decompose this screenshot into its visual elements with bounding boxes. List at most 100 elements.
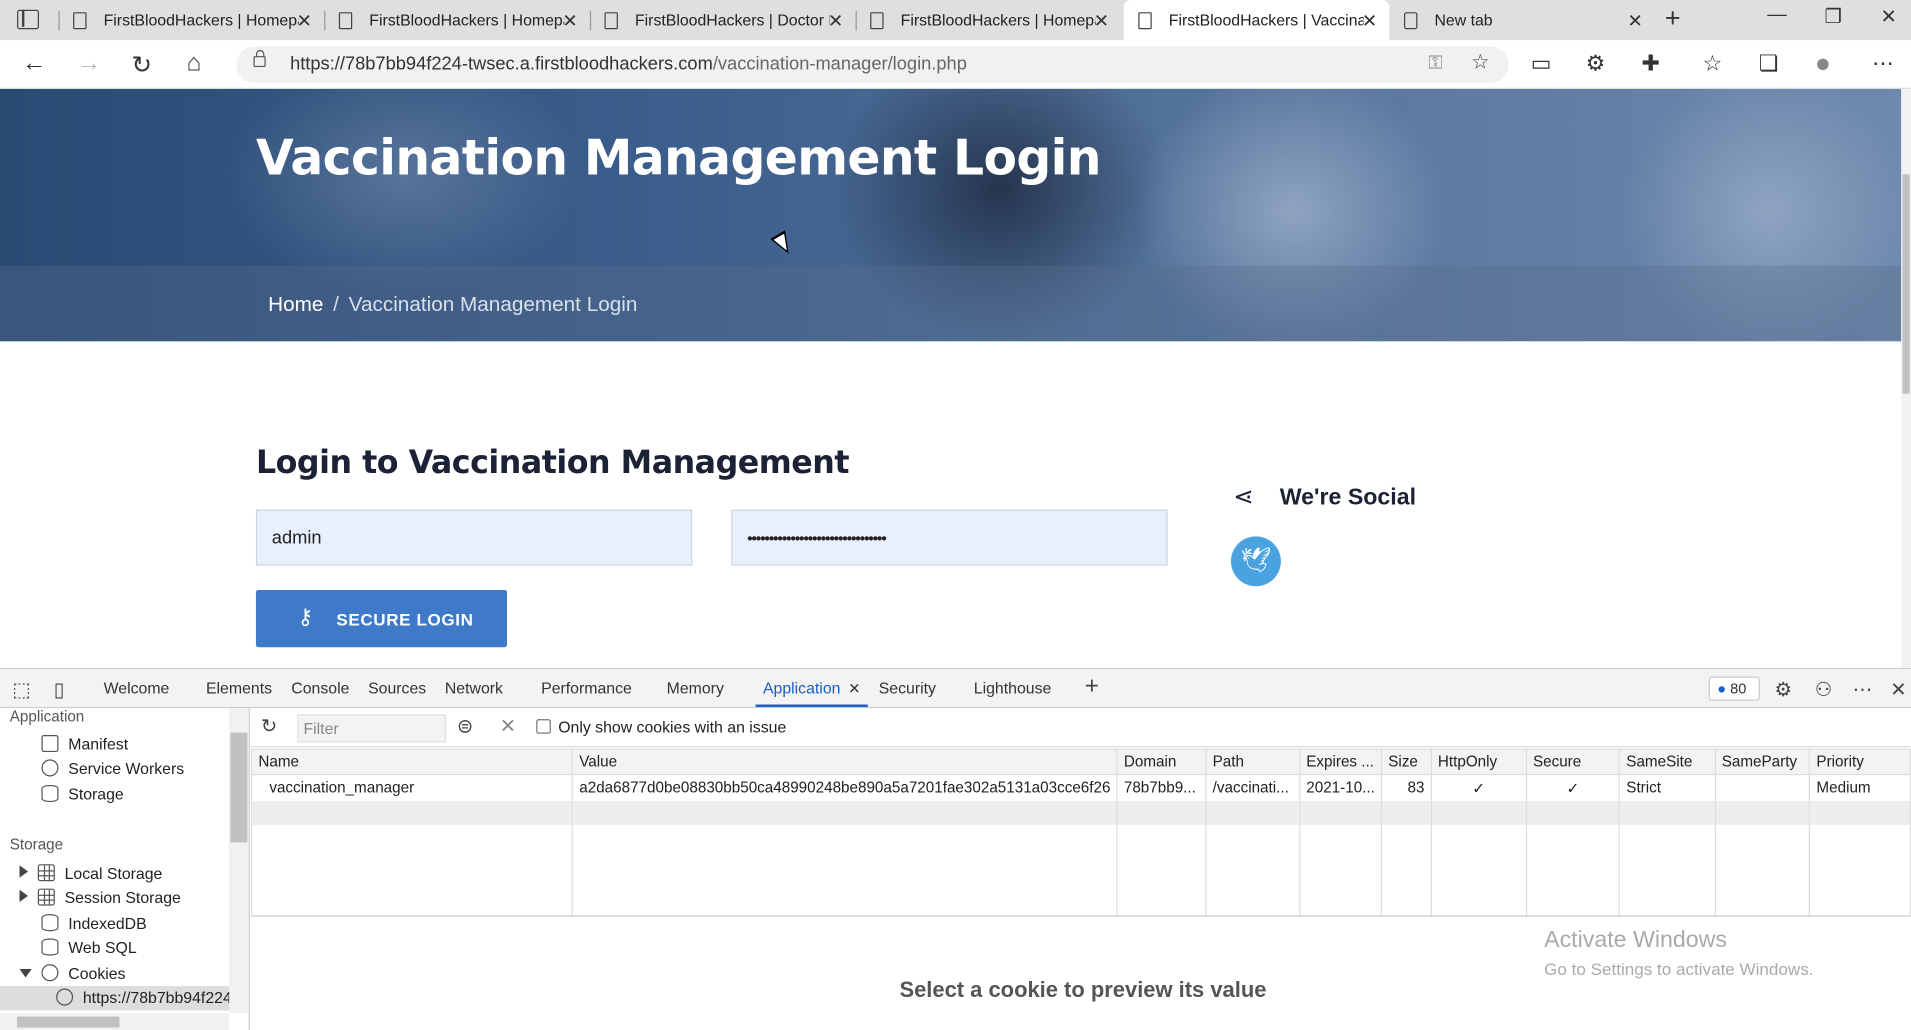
column-header-secure[interactable]: Secure: [1525, 748, 1621, 776]
sidebar-item-service-workers[interactable]: Service Workers: [41, 759, 184, 778]
minimize-icon[interactable]: —: [1767, 5, 1787, 27]
secure-login-button[interactable]: ⚷ SECURE LOGIN: [255, 589, 507, 648]
tab-lighthouse[interactable]: Lighthouse: [974, 679, 1052, 697]
back-icon[interactable]: ←: [22, 50, 46, 78]
close-icon[interactable]: ✕: [828, 10, 843, 32]
username-field[interactable]: admin: [255, 509, 693, 566]
refresh-icon[interactable]: ↻: [132, 50, 152, 80]
expand-arrow-icon[interactable]: [19, 865, 29, 878]
sidebar-item-storage[interactable]: Storage: [41, 784, 124, 803]
column-header-expires[interactable]: Expires ...: [1298, 748, 1383, 776]
only-issues-checkbox[interactable]: [536, 719, 551, 734]
cookie-samesite[interactable]: Strict: [1618, 774, 1716, 801]
column-header-samesite[interactable]: SameSite: [1618, 748, 1716, 776]
column-header-sameparty[interactable]: SameParty: [1714, 748, 1811, 776]
tab-performance[interactable]: Performance: [541, 679, 632, 697]
extensions-icon[interactable]: ✚: [1642, 51, 1660, 77]
table-row[interactable]: vaccination_manager a2da6877d0be08830bb5…: [251, 774, 1911, 801]
close-icon[interactable]: ✕: [1362, 10, 1377, 32]
more-tabs-plus-icon[interactable]: +: [1085, 673, 1099, 701]
window-close-icon[interactable]: ✕: [1881, 5, 1897, 29]
breadcrumb-home-link[interactable]: Home: [268, 293, 323, 316]
cookie-domain[interactable]: 78b7bb9...: [1116, 774, 1207, 801]
cookie-value[interactable]: a2da6877d0be08830bb50ca48990248be890a5a7…: [571, 774, 1118, 801]
page-scrollbar[interactable]: [1901, 88, 1911, 668]
sidebar-item-manifest[interactable]: Manifest: [41, 734, 128, 753]
clear-filtered-icon[interactable]: ⊜: [457, 714, 473, 738]
favorites-icon[interactable]: ☆: [1703, 51, 1723, 77]
collections-icon[interactable]: ❏: [1759, 51, 1779, 77]
close-devtools-icon[interactable]: ✕: [1890, 678, 1906, 702]
tab-security[interactable]: Security: [879, 679, 936, 697]
column-header-size[interactable]: Size: [1380, 748, 1432, 776]
sidebar-item-web-sql[interactable]: Web SQL: [41, 938, 137, 957]
screen-cast-icon[interactable]: ▭: [1531, 51, 1552, 77]
settings-gear-icon[interactable]: ⚙: [1775, 678, 1792, 702]
browser-tab-active[interactable]: FirstBloodHackers | Vaccination Manageme…: [1123, 0, 1390, 41]
cookie-expires[interactable]: 2021-10...: [1298, 774, 1383, 801]
tab-elements[interactable]: Elements: [206, 679, 272, 697]
column-header-domain[interactable]: Domain: [1116, 748, 1207, 776]
sidebar-item-cookie-origin[interactable]: https://78b7bb94f224: [56, 988, 232, 1007]
forward-icon[interactable]: →: [77, 50, 101, 78]
column-header-name[interactable]: Name: [251, 748, 574, 776]
browser-tab[interactable]: FirstBloodHackers | Homepage ✕: [855, 0, 1122, 40]
sidebar-item-indexeddb[interactable]: IndexedDB: [41, 914, 147, 932]
delete-selected-icon[interactable]: ✕: [500, 714, 516, 738]
close-icon[interactable]: ✕: [562, 10, 577, 32]
browser-tab[interactable]: FirstBloodHackers | Homepage ✕: [58, 0, 325, 40]
filter-input[interactable]: Filter: [297, 714, 447, 743]
tab-actions-icon[interactable]: [17, 9, 39, 30]
expand-arrow-icon[interactable]: [19, 889, 29, 902]
home-icon[interactable]: ⌂: [186, 50, 201, 78]
lock-icon[interactable]: [253, 49, 266, 68]
browser-tab[interactable]: New tab ✕: [1389, 0, 1655, 40]
url-field[interactable]: https://78b7bb94f224-twsec.a.firstbloodh…: [236, 46, 1509, 83]
cookie-name[interactable]: vaccination_manager: [251, 774, 574, 801]
column-header-priority[interactable]: Priority: [1809, 748, 1911, 776]
new-tab-plus-icon[interactable]: +: [1665, 2, 1681, 34]
sidebar-horizontal-scrollbar[interactable]: [0, 1012, 230, 1030]
inspect-element-icon[interactable]: ⬚: [12, 678, 30, 702]
url-text[interactable]: https://78b7bb94f224-twsec.a.firstbloodh…: [290, 54, 967, 75]
close-icon[interactable]: ✕: [1094, 10, 1109, 32]
more-menu-icon[interactable]: ⋯: [1872, 51, 1894, 77]
cookie-priority[interactable]: Medium: [1809, 774, 1911, 801]
sidebar-scrollbar[interactable]: [229, 708, 249, 1013]
add-favorite-icon[interactable]: ☆: [1471, 50, 1490, 74]
cookie-httponly[interactable]: ✓: [1430, 774, 1527, 801]
column-header-httponly[interactable]: HttpOnly: [1430, 748, 1527, 776]
tab-console[interactable]: Console: [291, 679, 349, 697]
issues-badge[interactable]: ● 80: [1708, 676, 1760, 701]
cookie-sameparty[interactable]: [1714, 774, 1811, 801]
restore-icon[interactable]: ❐: [1824, 5, 1841, 29]
sidebar-item-session-storage[interactable]: Session Storage: [19, 888, 181, 907]
collapse-arrow-icon[interactable]: [19, 969, 32, 978]
tab-sources[interactable]: Sources: [368, 679, 426, 697]
tab-memory[interactable]: Memory: [667, 679, 724, 697]
browser-tab[interactable]: FirstBloodHackers | Doctor Login ✕: [589, 0, 856, 40]
sidebar-item-local-storage[interactable]: Local Storage: [19, 864, 162, 882]
password-field[interactable]: ••••••••••••••••••••••••••••••••: [731, 509, 1168, 566]
column-header-path[interactable]: Path: [1205, 748, 1301, 776]
customize-icon[interactable]: ⚇: [1815, 678, 1832, 702]
close-icon[interactable]: ✕: [1628, 10, 1643, 32]
close-icon[interactable]: ✕: [297, 10, 312, 32]
sidebar-item-cookies[interactable]: Cookies: [19, 964, 125, 982]
password-key-icon[interactable]: ⚿: [1428, 52, 1442, 73]
tab-network[interactable]: Network: [445, 679, 503, 697]
cookie-size[interactable]: 83: [1380, 774, 1432, 801]
more-options-icon[interactable]: ⋯: [1853, 678, 1873, 702]
column-header-value[interactable]: Value: [571, 748, 1118, 776]
cookie-path[interactable]: /vaccinati...: [1205, 774, 1301, 801]
close-icon[interactable]: ✕: [848, 680, 860, 697]
tab-welcome[interactable]: Welcome: [104, 679, 170, 697]
refresh-icon[interactable]: ↻: [261, 714, 277, 738]
gear-icon[interactable]: ⚙: [1586, 51, 1606, 77]
browser-tab[interactable]: FirstBloodHackers | Homepage ✕: [324, 0, 590, 40]
device-emulation-icon[interactable]: ▯: [54, 678, 65, 702]
tab-application[interactable]: Application: [763, 679, 841, 697]
cookie-secure[interactable]: ✓: [1525, 774, 1621, 801]
profile-avatar-icon[interactable]: ●: [1815, 48, 1831, 80]
twitter-icon[interactable]: 🕊: [1230, 536, 1281, 587]
